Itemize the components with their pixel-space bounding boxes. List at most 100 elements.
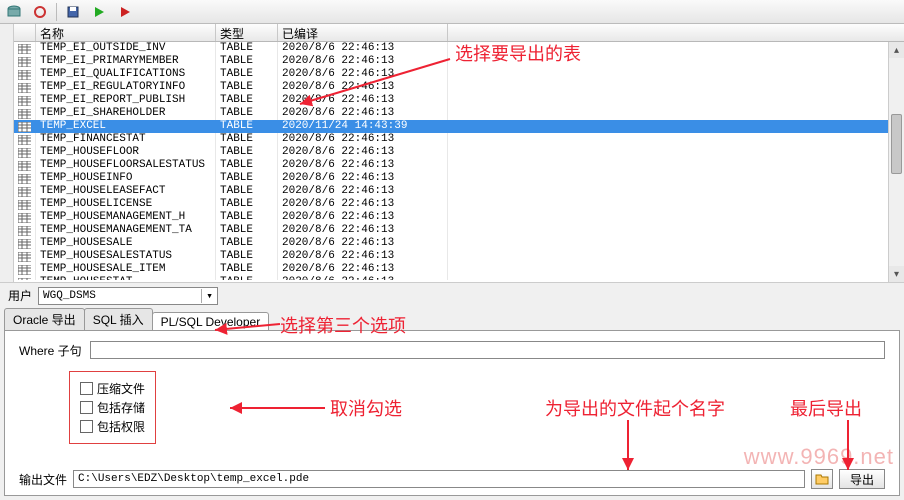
row-type: TABLE [216,81,278,94]
option-row: 包括权限 [80,418,145,435]
db-icon[interactable] [4,2,24,22]
table-icon [14,107,36,120]
column-compiled[interactable]: 已编译 [278,24,448,41]
row-name: TEMP_EI_REPORT_PUBLISH [36,94,216,107]
table-row[interactable]: TEMP_HOUSEMANAGEMENT_HTABLE2020/8/6 22:4… [14,211,904,224]
row-name: TEMP_EI_SHAREHOLDER [36,107,216,120]
row-name: TEMP_EI_PRIMARYMEMBER [36,55,216,68]
grid-body[interactable]: TEMP_EI_OUTSIDE_INVTABLE2020/8/6 22:46:1… [14,42,904,280]
row-date: 2020/8/6 22:46:13 [278,133,448,146]
row-type: TABLE [216,224,278,237]
table-row[interactable]: TEMP_HOUSEFLOORTABLE2020/8/6 22:46:13 [14,146,904,159]
row-type: TABLE [216,146,278,159]
row-date: 2020/11/24 14:43:39 [278,120,448,133]
row-date: 2020/8/6 22:46:13 [278,94,448,107]
table-icon [14,94,36,107]
table-row[interactable]: TEMP_EI_REPORT_PUBLISHTABLE2020/8/6 22:4… [14,94,904,107]
output-label: 输出文件 [19,471,67,488]
option-row: 包括存储 [80,399,145,416]
row-type: TABLE [216,198,278,211]
table-icon [14,198,36,211]
row-name: TEMP_HOUSESALESTATUS [36,250,216,263]
row-name: TEMP_HOUSEFLOORSALESTATUS [36,159,216,172]
export-tabs: Oracle 导出SQL 插入PL/SQL Developer [0,308,904,330]
column-type[interactable]: 类型 [216,24,278,41]
table-row[interactable]: TEMP_HOUSESALETABLE2020/8/6 22:46:13 [14,237,904,250]
export-options-group: 压缩文件包括存储包括权限 [69,371,156,444]
table-icon [14,263,36,276]
table-icon [14,250,36,263]
column-name[interactable]: 名称 [36,24,216,41]
table-icon [14,237,36,250]
tab-2[interactable]: PL/SQL Developer [152,312,270,331]
row-type: TABLE [216,276,278,280]
option-label: 包括权限 [97,418,145,435]
output-row: 输出文件 导出 [19,469,885,489]
run-icon[interactable] [89,2,109,22]
table-icon [14,55,36,68]
row-type: TABLE [216,211,278,224]
vertical-scrollbar[interactable] [888,42,904,282]
row-name: TEMP_EI_OUTSIDE_INV [36,42,216,55]
row-type: TABLE [216,55,278,68]
separator [56,3,57,21]
row-type: TABLE [216,133,278,146]
row-name: TEMP_HOUSELICENSE [36,198,216,211]
option-row: 压缩文件 [80,380,145,397]
row-name: TEMP_HOUSEFLOOR [36,146,216,159]
checkbox[interactable] [80,420,93,433]
table-row[interactable]: TEMP_HOUSESALESTATUSTABLE2020/8/6 22:46:… [14,250,904,263]
table-icon [14,211,36,224]
table-row[interactable]: TEMP_HOUSEINFOTABLE2020/8/6 22:46:13 [14,172,904,185]
table-row[interactable]: TEMP_HOUSESTATTABLE2020/8/6 22:46:13 [14,276,904,280]
row-type: TABLE [216,185,278,198]
user-combobox[interactable]: WGQ_DSMS ▾ [38,287,218,305]
where-input[interactable] [90,341,885,359]
row-date: 2020/8/6 22:46:13 [278,263,448,276]
row-name: TEMP_HOUSELEASEFACT [36,185,216,198]
stop-icon[interactable] [115,2,135,22]
row-type: TABLE [216,263,278,276]
output-file-input[interactable] [73,470,805,488]
scroll-down-icon[interactable] [889,266,904,282]
connect-icon[interactable] [30,2,50,22]
table-row[interactable]: TEMP_EI_QUALIFICATIONSTABLE2020/8/6 22:4… [14,68,904,81]
row-name: TEMP_EI_REGULATORYINFO [36,81,216,94]
user-selector-row: 用户 WGQ_DSMS ▾ [0,282,904,308]
table-row[interactable]: TEMP_FINANCESTATTABLE2020/8/6 22:46:13 [14,133,904,146]
tab-1[interactable]: SQL 插入 [84,308,153,330]
scroll-up-icon[interactable] [889,42,904,58]
row-date: 2020/8/6 22:46:13 [278,224,448,237]
table-row[interactable]: TEMP_EI_OUTSIDE_INVTABLE2020/8/6 22:46:1… [14,42,904,55]
export-button[interactable]: 导出 [839,469,885,489]
chevron-down-icon[interactable]: ▾ [201,289,217,303]
checkbox[interactable] [80,382,93,395]
browse-button[interactable] [811,469,833,489]
scroll-thumb[interactable] [891,114,902,174]
table-icon [14,81,36,94]
table-icon [14,172,36,185]
toolbar [0,0,904,24]
row-date: 2020/8/6 22:46:13 [278,198,448,211]
option-label: 包括存储 [97,399,145,416]
column-icon[interactable] [14,24,36,41]
table-row[interactable]: TEMP_EI_PRIMARYMEMBERTABLE2020/8/6 22:46… [14,55,904,68]
row-date: 2020/8/6 22:46:13 [278,159,448,172]
save-icon[interactable] [63,2,83,22]
table-icon [14,224,36,237]
row-date: 2020/8/6 22:46:13 [278,107,448,120]
row-date: 2020/8/6 22:46:13 [278,68,448,81]
table-row[interactable]: TEMP_EXCELTABLE2020/11/24 14:43:39 [14,120,904,133]
checkbox[interactable] [80,401,93,414]
row-date: 2020/8/6 22:46:13 [278,81,448,94]
table-list-pane: 名称 类型 已编译 TEMP_EI_OUTSIDE_INVTABLE2020/8… [0,24,904,282]
table-row[interactable]: TEMP_HOUSEFLOORSALESTATUSTABLE2020/8/6 2… [14,159,904,172]
tab-0[interactable]: Oracle 导出 [4,308,85,330]
table-row[interactable]: TEMP_HOUSELEASEFACTTABLE2020/8/6 22:46:1… [14,185,904,198]
table-row[interactable]: TEMP_HOUSEMANAGEMENT_TATABLE2020/8/6 22:… [14,224,904,237]
table-row[interactable]: TEMP_EI_REGULATORYINFOTABLE2020/8/6 22:4… [14,81,904,94]
table-row[interactable]: TEMP_EI_SHAREHOLDERTABLE2020/8/6 22:46:1… [14,107,904,120]
left-gutter [0,24,14,282]
table-row[interactable]: TEMP_HOUSELICENSETABLE2020/8/6 22:46:13 [14,198,904,211]
table-row[interactable]: TEMP_HOUSESALE_ITEMTABLE2020/8/6 22:46:1… [14,263,904,276]
